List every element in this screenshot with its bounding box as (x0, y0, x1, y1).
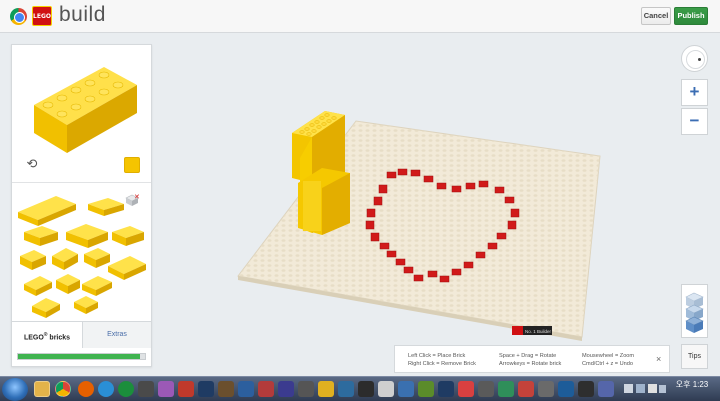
palette-brick[interactable] (18, 196, 76, 226)
palette-brick[interactable] (88, 198, 124, 216)
taskbar-clock[interactable]: 오후 1:23 (672, 380, 712, 389)
taskbar-icon-app[interactable] (558, 381, 574, 397)
taskbar-icon-chrome[interactable] (55, 381, 71, 397)
taskbar-icon-explorer[interactable] (34, 381, 50, 397)
help-column-mouse: Left Click = Place Brick Right Click = R… (408, 352, 476, 368)
taskbar-icon-firefox[interactable] (78, 381, 94, 397)
zoom-out-button[interactable]: − (681, 108, 708, 135)
tips-button[interactable]: Tips (681, 344, 708, 369)
taskbar-icon-app[interactable] (458, 381, 474, 397)
publish-button[interactable]: Publish (674, 7, 708, 25)
taskbar-icon-photoshop[interactable] (198, 381, 214, 397)
taskbar-icon-app[interactable] (378, 381, 394, 397)
help-line: Space + Drag = Rotate (499, 353, 557, 359)
start-button[interactable] (2, 378, 28, 401)
selected-brick-preview: ⟲ (12, 45, 151, 183)
brick-tabs: LEGO® bricks Extras (12, 321, 151, 348)
plate-badge-text: No. 1 Builder (525, 329, 552, 334)
tab-extras[interactable]: Extras (82, 322, 151, 348)
layer-view-toggle[interactable] (681, 284, 708, 338)
taskbar-icon-app[interactable] (178, 381, 194, 397)
plate-badge-logo (512, 326, 523, 335)
taskbar-icon-app[interactable] (498, 381, 514, 397)
chrome-logo-icon (10, 8, 27, 25)
palette-brick[interactable] (56, 274, 80, 294)
taskbar-icon-app[interactable] (538, 381, 554, 397)
layers-icon (685, 292, 704, 333)
clock-ampm: 오후 (675, 380, 691, 389)
taskbar-icon-app[interactable] (598, 381, 614, 397)
tray-icons (624, 384, 666, 393)
cancel-button[interactable]: Cancel (641, 7, 671, 25)
taskbar-icon-app[interactable] (298, 381, 314, 397)
taskbar-icon-app[interactable] (158, 381, 174, 397)
taskbar-icon-app[interactable] (358, 381, 374, 397)
palette-brick[interactable] (32, 298, 60, 318)
brick-progress-fill (18, 354, 140, 359)
help-column-zoom: Mousewheel = Zoom Cmd/Ctrl + z = Undo (582, 352, 634, 368)
palette-brick[interactable] (74, 296, 98, 314)
brick-progress-bar (17, 353, 146, 360)
help-line: Cmd/Ctrl + z = Undo (582, 361, 633, 367)
tab-lego-bricks[interactable]: LEGO® bricks (12, 322, 82, 348)
app-header: LEGO build Cancel Publish (0, 0, 720, 33)
palette-brick[interactable] (108, 256, 146, 280)
help-line: Mousewheel = Zoom (582, 353, 635, 359)
view-compass[interactable] (681, 45, 708, 72)
taskbar-icon-app[interactable] (398, 381, 414, 397)
svg-text:✕: ✕ (134, 193, 140, 201)
clock-time: 1:23 (692, 380, 709, 389)
taskbar-icon-app[interactable] (478, 381, 494, 397)
taskbar-icon-app[interactable] (518, 381, 534, 397)
taskbar-icon-app[interactable] (98, 381, 114, 397)
taskbar-icon-app[interactable] (578, 381, 594, 397)
tab-lego-bricks-suffix: bricks (47, 334, 71, 342)
close-help-icon[interactable]: × (656, 354, 661, 364)
palette-brick[interactable] (84, 248, 110, 268)
palette-brick[interactable] (20, 250, 46, 270)
taskbar-icon-app[interactable] (418, 381, 434, 397)
system-tray[interactable] (622, 382, 667, 396)
taskbar-icon-app[interactable] (138, 381, 154, 397)
brick-palette: ✕ (12, 184, 151, 321)
yellow-brick-tower[interactable] (292, 111, 350, 235)
brick-color-swatch[interactable] (124, 157, 140, 173)
palette-brick[interactable] (112, 226, 144, 246)
taskbar-icon-app[interactable] (238, 381, 254, 397)
taskbar-icon-app[interactable] (278, 381, 294, 397)
compass-indicator (698, 58, 701, 61)
zoom-in-button[interactable]: + (681, 79, 708, 106)
tab-lego-bricks-label: LEGO (23, 334, 44, 342)
brick-panel: ⟲ ✕ LEGO® bricks Extras (11, 44, 152, 367)
windows-taskbar: 오후 1:23 (0, 376, 720, 401)
taskbar-icon-app[interactable] (118, 381, 134, 397)
help-line: Right Click = Remove Brick (408, 361, 476, 367)
lego-logo: LEGO (32, 6, 52, 26)
palette-brick[interactable] (66, 224, 108, 248)
app-title: build (59, 3, 106, 26)
taskbar-icon-app[interactable] (318, 381, 334, 397)
help-line: Left Click = Place Brick (408, 353, 466, 359)
controls-help: Left Click = Place Brick Right Click = R… (394, 345, 670, 373)
palette-brick[interactable] (24, 226, 58, 246)
help-line: Arrowkeys = Rotate brick (499, 361, 562, 367)
taskbar-icon-app[interactable] (438, 381, 454, 397)
taskbar-icon-app[interactable] (258, 381, 274, 397)
palette-brick[interactable] (82, 276, 112, 296)
rotate-brick-icon[interactable]: ⟲ (24, 157, 40, 171)
help-column-rotate: Space + Drag = Rotate Arrowkeys = Rotate… (499, 352, 561, 368)
brick-preview-image (34, 67, 137, 153)
delete-brick-icon[interactable]: ✕ (124, 192, 140, 208)
palette-brick[interactable] (52, 248, 78, 270)
taskbar-icon-app[interactable] (338, 381, 354, 397)
palette-brick[interactable] (24, 276, 52, 296)
taskbar-icon-app[interactable] (218, 381, 234, 397)
